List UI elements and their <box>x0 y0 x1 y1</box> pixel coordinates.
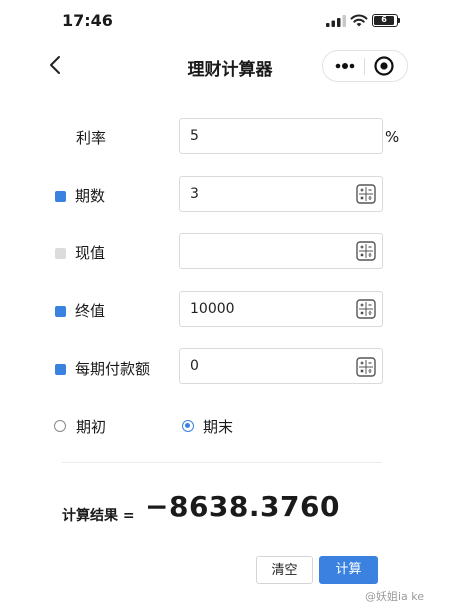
period-begin-label: 期初 <box>76 418 107 436</box>
calculator-icon[interactable] <box>356 184 376 204</box>
payment-label: 每期付款额 <box>75 360 151 378</box>
rate-label: 利率 <box>76 129 107 147</box>
future-value-label: 终值 <box>75 302 106 320</box>
capsule-divider <box>364 58 365 75</box>
divider <box>62 462 382 463</box>
present-value-input[interactable] <box>179 233 383 269</box>
target-icon[interactable] <box>373 55 395 77</box>
calculator-icon[interactable] <box>356 241 376 261</box>
battery-level: 6 <box>374 16 394 25</box>
periods-checkbox[interactable] <box>55 191 66 202</box>
wifi-icon <box>350 14 368 27</box>
payment-checkbox[interactable] <box>55 364 66 375</box>
calculator-icon[interactable] <box>356 299 376 319</box>
status-time: 17:46 <box>62 11 113 30</box>
future-value-checkbox[interactable] <box>55 306 66 317</box>
rate-input[interactable]: 5 <box>179 118 383 154</box>
result-label: 计算结果 = <box>62 508 135 524</box>
present-value-checkbox[interactable] <box>55 248 66 259</box>
period-end-label: 期末 <box>203 418 234 436</box>
calculator-icon[interactable] <box>356 357 376 377</box>
periods-input[interactable]: 3 <box>179 176 383 212</box>
period-end-radio[interactable] <box>182 420 194 432</box>
more-dots-icon[interactable] <box>333 59 357 73</box>
rate-unit: % <box>385 128 400 146</box>
calculate-button[interactable]: 计算 <box>319 556 378 584</box>
battery-icon: 6 <box>372 14 398 27</box>
page-title: 理财计算器 <box>187 60 273 80</box>
future-value-input[interactable]: 10000 <box>179 291 383 327</box>
present-value-label: 现值 <box>75 244 106 262</box>
signal-icon <box>326 15 346 27</box>
result-value: −8638.3760 <box>145 490 340 523</box>
battery-tip <box>398 18 400 23</box>
period-begin-radio[interactable] <box>54 420 66 432</box>
watermark: @妖姐ia ke <box>365 590 425 603</box>
payment-input[interactable]: 0 <box>179 348 383 384</box>
chevron-left-icon[interactable] <box>44 53 68 77</box>
periods-label: 期数 <box>75 187 106 205</box>
clear-button[interactable]: 清空 <box>256 556 313 584</box>
